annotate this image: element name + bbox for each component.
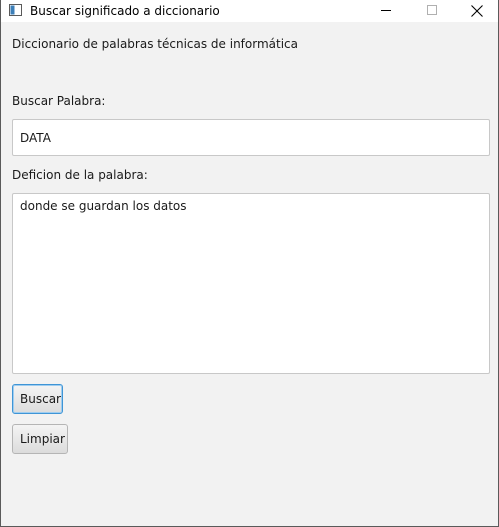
window-title: Buscar significado a diccionario [30,4,220,18]
clear-button[interactable]: Limpiar [12,424,68,454]
title-bar[interactable]: Buscar significado a diccionario [1,0,498,22]
close-icon [471,5,483,17]
header-text: Diccionario de palabras técnicas de info… [12,37,298,51]
minimize-button[interactable] [363,0,409,22]
search-input[interactable] [12,119,490,156]
app-window: Buscar significado a diccionario Diccion… [0,0,499,527]
definition-textarea[interactable]: donde se guardan los datos [12,193,490,374]
minimize-icon [381,10,391,11]
maximize-icon [427,5,437,15]
search-button[interactable]: Buscar [12,384,63,414]
app-icon [9,4,22,16]
maximize-button[interactable] [409,0,455,22]
search-label: Buscar Palabra: [12,94,106,108]
definition-label: Deficion de la palabra: [12,168,148,182]
close-button[interactable] [454,0,499,22]
